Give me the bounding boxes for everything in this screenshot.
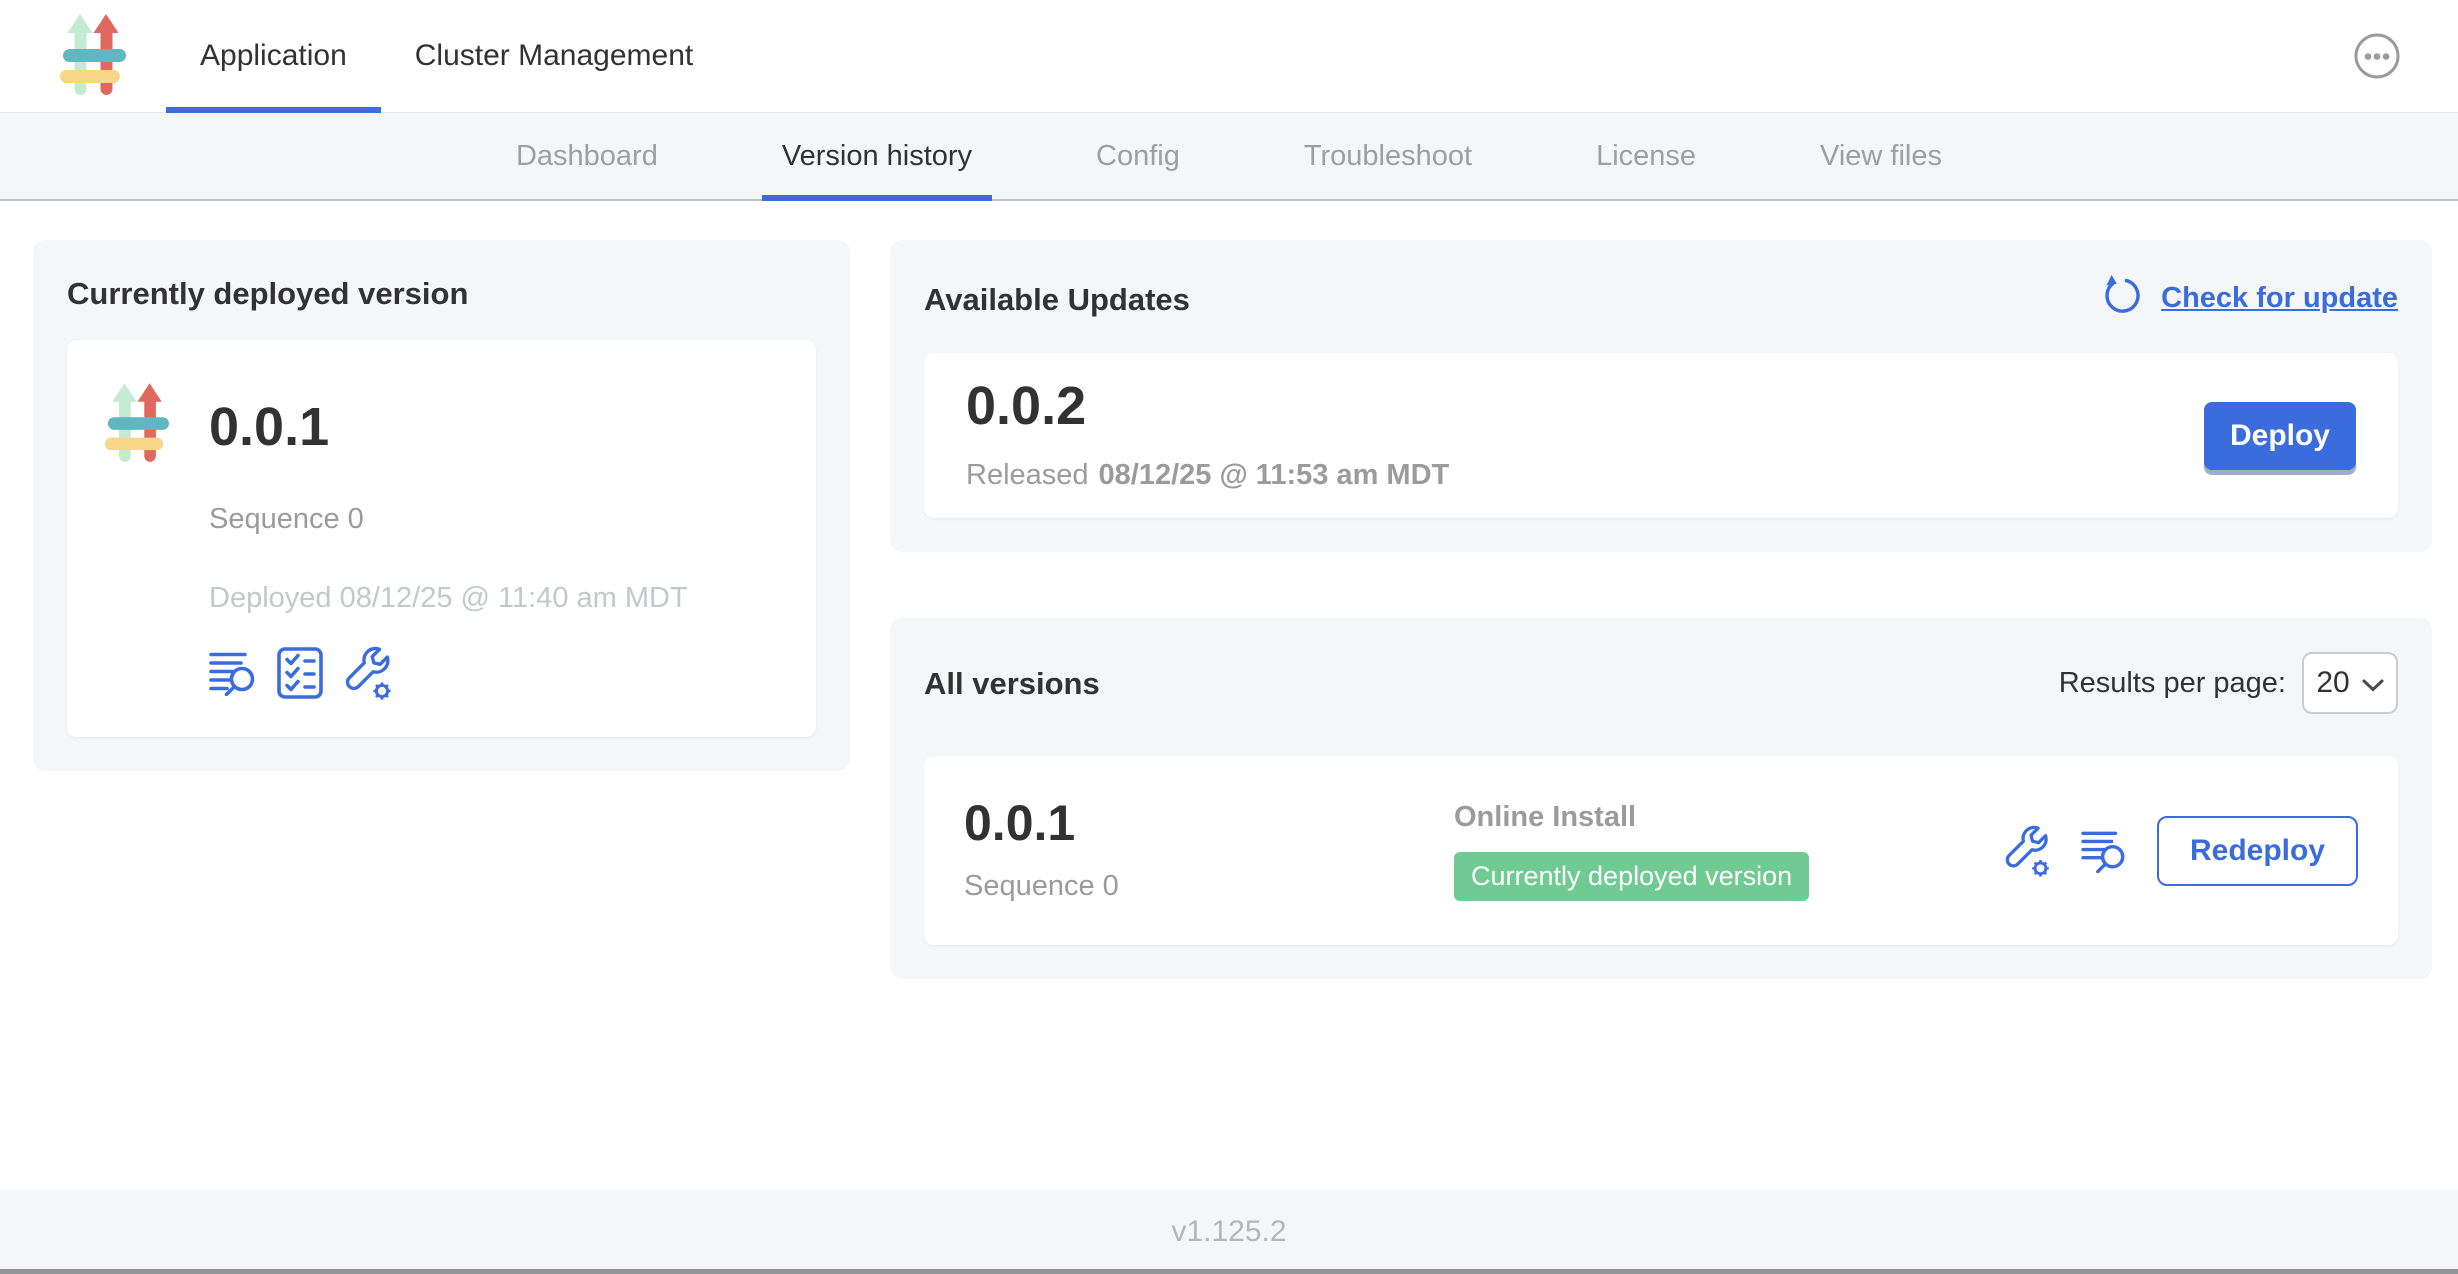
all-versions-panel: All versions Results per page: 20 xyxy=(890,618,2432,979)
subnav-tab-troubleshoot[interactable]: Troubleshoot xyxy=(1284,113,1492,199)
refresh-icon xyxy=(2103,274,2147,323)
available-update-card: 0.0.2 Released 08/12/25 @ 11:53 am MDT De… xyxy=(924,353,2398,518)
subnav-tab-version-history[interactable]: Version history xyxy=(762,113,992,199)
ellipsis-menu-button[interactable] xyxy=(2352,31,2402,81)
preflight-checks-icon xyxy=(277,687,323,702)
subnav-tab-version-history-label: Version history xyxy=(782,140,972,173)
preflight-checks-button[interactable] xyxy=(277,647,323,699)
app-footer: v1.125.2 xyxy=(0,1190,2458,1274)
subnav-tab-troubleshoot-label: Troubleshoot xyxy=(1304,140,1472,173)
header-tabs: Application Cluster Management xyxy=(166,0,727,112)
results-per-page-value: 20 xyxy=(2316,666,2349,700)
available-updates-panel: Available Updates Check for update 0.0.2 xyxy=(890,240,2432,552)
edit-config-button[interactable] xyxy=(341,645,395,701)
view-diff-icon xyxy=(209,684,259,699)
view-diff-button[interactable] xyxy=(209,650,259,696)
deployed-timestamp-label: Deployed 08/12/25 @ 11:40 am MDT xyxy=(209,582,778,615)
subnav-tab-license[interactable]: License xyxy=(1576,113,1716,199)
update-version-number: 0.0.2 xyxy=(966,379,1449,433)
redeploy-button[interactable]: Redeploy xyxy=(2157,816,2358,886)
ellipsis-menu-icon xyxy=(2352,69,2402,84)
app-logo-icon xyxy=(60,13,126,99)
all-versions-title: All versions xyxy=(924,666,1100,702)
console-build-version: v1.125.2 xyxy=(1171,1215,1286,1249)
edit-config-icon xyxy=(341,689,395,704)
subnav-tab-dashboard-label: Dashboard xyxy=(516,140,658,173)
row-view-diff-button[interactable] xyxy=(2081,829,2129,873)
tab-cluster-management[interactable]: Cluster Management xyxy=(381,0,727,112)
tab-cluster-management-label: Cluster Management xyxy=(415,39,693,73)
app-subnav: Dashboard Version history Config Trouble… xyxy=(0,113,2458,201)
version-row: 0.0.1 Sequence 0 Online Install Currentl… xyxy=(924,756,2398,945)
results-per-page: Results per page: 20 xyxy=(2059,652,2398,714)
subnav-tab-view-files[interactable]: View files xyxy=(1800,113,1962,199)
check-for-update-label: Check for update xyxy=(2161,282,2398,315)
subnav-tab-view-files-label: View files xyxy=(1820,140,1942,173)
app-header: Application Cluster Management xyxy=(0,0,2458,113)
row-install-type: Online Install xyxy=(1454,801,2001,834)
version-row-actions: Redeploy xyxy=(2001,816,2358,886)
deployed-version-card: 0.0.1 Sequence 0 Deployed 08/12/25 @ 11:… xyxy=(67,340,816,737)
tab-application[interactable]: Application xyxy=(166,0,381,112)
released-prefix: Released xyxy=(966,459,1089,491)
row-sequence-label: Sequence 0 xyxy=(964,870,1454,903)
currently-deployed-badge: Currently deployed version xyxy=(1454,852,1809,901)
main-content: Currently deployed version 0.0.1 Sequenc… xyxy=(0,201,2458,1190)
edit-config-icon xyxy=(2001,866,2053,881)
released-timestamp: 08/12/25 @ 11:53 am MDT xyxy=(1099,459,1450,491)
subnav-tab-license-label: License xyxy=(1596,140,1696,173)
update-released-label: Released 08/12/25 @ 11:53 am MDT xyxy=(966,459,1449,492)
subnav-tab-config[interactable]: Config xyxy=(1076,113,1200,199)
currently-deployed-panel: Currently deployed version 0.0.1 Sequenc… xyxy=(33,240,850,771)
deploy-button[interactable]: Deploy xyxy=(2204,402,2356,470)
app-icon xyxy=(105,382,169,471)
deployed-version-number: 0.0.1 xyxy=(209,400,329,454)
currently-deployed-title: Currently deployed version xyxy=(67,276,816,312)
check-for-update-link[interactable]: Check for update xyxy=(2103,274,2398,323)
deployed-sequence-label: Sequence 0 xyxy=(209,503,778,536)
row-version-number: 0.0.1 xyxy=(964,798,1454,848)
results-per-page-select[interactable]: 20 xyxy=(2302,652,2398,714)
row-edit-config-button[interactable] xyxy=(2001,824,2053,878)
tab-application-label: Application xyxy=(200,39,347,73)
view-diff-icon xyxy=(2081,861,2129,876)
subnav-tab-dashboard[interactable]: Dashboard xyxy=(496,113,678,199)
deployed-version-actions xyxy=(209,645,778,701)
subnav-tab-config-label: Config xyxy=(1096,140,1180,173)
available-updates-title: Available Updates xyxy=(924,282,1190,318)
results-per-page-label: Results per page: xyxy=(2059,667,2286,700)
chevron-down-icon xyxy=(2362,666,2384,700)
